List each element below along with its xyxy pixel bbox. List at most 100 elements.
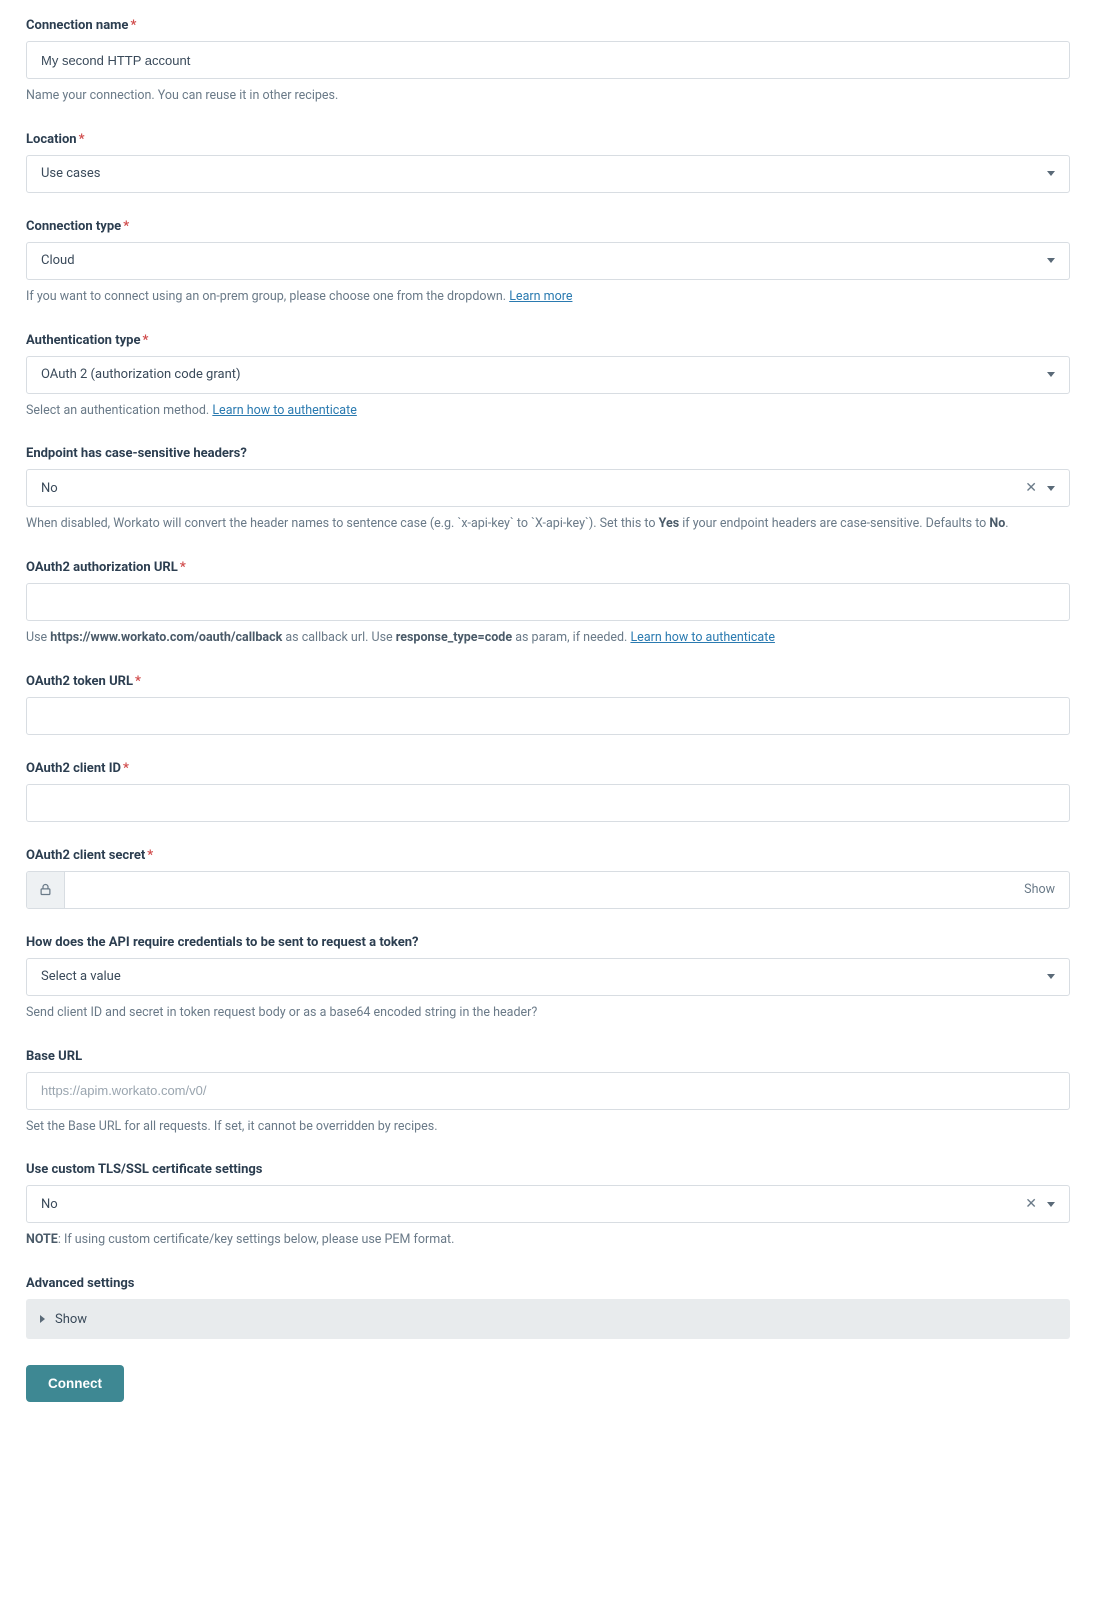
field-oauth-auth-url: OAuth2 authorization URL* Use https://ww… <box>26 560 1070 648</box>
oauth-client-secret-input[interactable] <box>65 872 1010 908</box>
tls-select[interactable]: No ✕ <box>26 1185 1070 1223</box>
advanced-toggle-text: Show <box>55 1312 87 1327</box>
learn-authenticate-link[interactable]: Learn how to authenticate <box>630 630 775 645</box>
case-sensitive-label: Endpoint has case-sensitive headers? <box>26 446 1070 461</box>
hint-bold: NOTE <box>26 1232 58 1247</box>
tls-value: No <box>41 1197 1025 1212</box>
field-base-url: Base URL Set the Base URL for all reques… <box>26 1049 1070 1137</box>
connection-name-input-wrap <box>26 41 1070 79</box>
oauth-token-url-input-wrap <box>26 697 1070 735</box>
auth-type-label: Authentication type* <box>26 333 1070 348</box>
chevron-down-icon <box>1047 1202 1055 1207</box>
field-oauth-token-url: OAuth2 token URL* <box>26 674 1070 735</box>
show-secret-button[interactable]: Show <box>1010 872 1069 908</box>
field-location: Location* Use cases <box>26 132 1070 193</box>
hint-text: . <box>1005 516 1008 531</box>
learn-authenticate-link[interactable]: Learn how to authenticate <box>212 403 357 418</box>
base-url-input-wrap <box>26 1072 1070 1110</box>
base-url-input[interactable] <box>41 1073 1055 1109</box>
label-text: Location <box>26 132 77 147</box>
location-select[interactable]: Use cases <box>26 155 1070 193</box>
credentials-method-select[interactable]: Select a value <box>26 958 1070 996</box>
label-text: Connection type <box>26 219 121 234</box>
field-credentials-method: How does the API require credentials to … <box>26 935 1070 1023</box>
field-connection-type: Connection type* Cloud If you want to co… <box>26 219 1070 307</box>
oauth-auth-url-label: OAuth2 authorization URL* <box>26 560 1070 575</box>
label-text: OAuth2 client ID <box>26 761 121 776</box>
required-marker: * <box>123 761 129 776</box>
base-url-hint: Set the Base URL for all requests. If se… <box>26 1118 1070 1137</box>
oauth-auth-url-input[interactable] <box>41 584 1055 620</box>
credentials-method-label: How does the API require credentials to … <box>26 935 1070 950</box>
field-connection-name: Connection name* Name your connection. Y… <box>26 18 1070 106</box>
oauth-auth-url-input-wrap <box>26 583 1070 621</box>
field-oauth-client-id: OAuth2 client ID* <box>26 761 1070 822</box>
hint-text: If you want to connect using an on-prem … <box>26 289 509 304</box>
oauth-token-url-input[interactable] <box>41 698 1055 734</box>
credentials-method-hint: Send client ID and secret in token reque… <box>26 1004 1070 1023</box>
hint-text: as param, if needed. <box>512 630 630 645</box>
chevron-down-icon <box>1047 258 1055 263</box>
auth-type-select[interactable]: OAuth 2 (authorization code grant) <box>26 356 1070 394</box>
connection-name-hint: Name your connection. You can reuse it i… <box>26 87 1070 106</box>
chevron-down-icon <box>1047 974 1055 979</box>
clear-icon[interactable]: ✕ <box>1025 1197 1037 1211</box>
select-icons <box>1047 372 1055 377</box>
chevron-down-icon <box>1047 486 1055 491</box>
hint-bold: https://www.workato.com/oauth/callback <box>50 630 282 645</box>
hint-bold: No <box>989 516 1005 531</box>
chevron-down-icon <box>1047 171 1055 176</box>
chevron-down-icon <box>1047 372 1055 377</box>
hint-bold: response_type=code <box>396 630 512 645</box>
hint-text: if your endpoint headers are case-sensit… <box>679 516 989 531</box>
connection-name-label: Connection name* <box>26 18 1070 33</box>
required-marker: * <box>130 18 136 33</box>
oauth-client-id-input-wrap <box>26 784 1070 822</box>
case-sensitive-select[interactable]: No ✕ <box>26 469 1070 507</box>
oauth-client-secret-wrap: Show <box>26 871 1070 909</box>
lock-icon <box>27 872 65 908</box>
location-label: Location* <box>26 132 1070 147</box>
case-sensitive-hint: When disabled, Workato will convert the … <box>26 515 1070 534</box>
connection-type-value: Cloud <box>41 253 1047 268</box>
field-advanced: Advanced settings Show <box>26 1276 1070 1339</box>
required-marker: * <box>135 674 141 689</box>
oauth-token-url-label: OAuth2 token URL* <box>26 674 1070 689</box>
required-marker: * <box>142 333 148 348</box>
required-marker: * <box>123 219 129 234</box>
advanced-toggle[interactable]: Show <box>26 1299 1070 1339</box>
label-text: OAuth2 client secret <box>26 848 145 863</box>
field-case-sensitive: Endpoint has case-sensitive headers? No … <box>26 446 1070 534</box>
select-icons <box>1047 974 1055 979</box>
hint-text: : If using custom certificate/key settin… <box>58 1232 455 1247</box>
learn-more-link[interactable]: Learn more <box>509 289 572 304</box>
connection-type-hint: If you want to connect using an on-prem … <box>26 288 1070 307</box>
clear-icon[interactable]: ✕ <box>1025 481 1037 495</box>
select-icons <box>1047 171 1055 176</box>
field-tls: Use custom TLS/SSL certificate settings … <box>26 1162 1070 1250</box>
tls-label: Use custom TLS/SSL certificate settings <box>26 1162 1070 1177</box>
auth-type-hint: Select an authentication method. Learn h… <box>26 402 1070 421</box>
label-text: OAuth2 token URL <box>26 674 133 689</box>
connection-type-select[interactable]: Cloud <box>26 242 1070 280</box>
case-sensitive-value: No <box>41 481 1025 496</box>
advanced-label: Advanced settings <box>26 1276 1070 1291</box>
oauth-client-id-input[interactable] <box>41 785 1055 821</box>
tls-hint: NOTE: If using custom certificate/key se… <box>26 1231 1070 1250</box>
lock-icon-svg <box>38 882 53 897</box>
chevron-right-icon <box>40 1315 45 1323</box>
hint-bold: Yes <box>659 516 680 531</box>
required-marker: * <box>79 132 85 147</box>
hint-text: as callback url. Use <box>282 630 396 645</box>
required-marker: * <box>147 848 153 863</box>
connection-type-label: Connection type* <box>26 219 1070 234</box>
oauth-auth-url-hint: Use https://www.workato.com/oauth/callba… <box>26 629 1070 648</box>
oauth-client-secret-label: OAuth2 client secret* <box>26 848 1070 863</box>
select-icons: ✕ <box>1025 481 1055 495</box>
required-marker: * <box>180 560 186 575</box>
credentials-method-placeholder: Select a value <box>41 969 1047 984</box>
label-text: Connection name <box>26 18 128 33</box>
auth-type-value: OAuth 2 (authorization code grant) <box>41 367 1047 382</box>
connect-button[interactable]: Connect <box>26 1365 124 1402</box>
connection-name-input[interactable] <box>41 42 1055 78</box>
